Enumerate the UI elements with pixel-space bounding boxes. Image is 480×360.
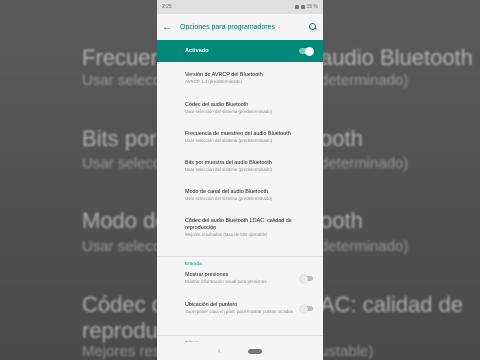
item-summary: Superponer capa en pant. para mostrar pu… [185,309,293,314]
bg-text: ooth [320,126,363,151]
list-item[interactable]: Versión de AVRCP del Bluetooth AVRCP 1.4… [157,72,323,102]
status-time: 2:25 [162,4,172,10]
navigation-bar: ‹ [157,342,323,360]
item-summary: Usar selección del sistema (predetermina… [185,109,273,114]
phone-screen: 2:25 15 % ← Opciones para programadores … [157,0,323,360]
item-summary: Usar selección del sistema (predetermina… [185,138,273,143]
item-title: Ubicación del puntero [185,302,238,308]
pointer-location-toggle[interactable] [300,304,313,313]
bg-text: audio Bluetooth [320,45,473,70]
search-icon[interactable] [308,22,318,32]
item-title: Bits por muestra del audio Bluetooth [185,160,272,166]
item-title: Versión de AVRCP del Bluetooth [185,72,263,78]
wifi-icon [300,5,305,9]
battery-text: 15 % [306,4,318,10]
signal-icon [294,5,299,9]
item-summary: Usar selección del sistema (predetermina… [185,167,273,172]
list-item[interactable]: Bits por muestra del audio Bluetooth Usa… [157,160,323,189]
bg-text: ustable) [320,343,374,360]
settings-list: Versión de AVRCP del Bluetooth AVRCP 1.4… [157,62,323,351]
list-item[interactable]: Modo de canal del audio Bluetooth Usar s… [157,189,323,218]
bg-text: determinado) [320,155,409,172]
bg-text: determinado) [320,238,409,255]
item-title: Códec del audio Bluetooth LDAC: calidad … [185,218,292,231]
page-title: Opciones para programadores [180,23,275,31]
nav-back-icon[interactable]: ‹ [218,348,220,355]
item-summary: Mostrar información visual para presione… [185,279,267,284]
list-item[interactable]: Códec del audio Bluetooth LDAC: calidad … [157,218,323,253]
bg-text: ooth [320,208,363,233]
back-arrow-icon[interactable]: ← [162,22,180,33]
section-header-input: Entrada [185,262,202,267]
item-title: Modo de canal del audio Bluetooth [185,189,269,195]
bg-text: determinado) [320,72,409,89]
list-item-pointer-location[interactable]: Ubicación del puntero Superponer capa en… [157,302,323,332]
list-item-show-taps[interactable]: Mostrar presiones Mostrar información vi… [157,272,323,302]
status-bar: 2:25 15 % [157,0,323,14]
item-title: Frecuencia de muestreo del audio Bluetoo… [185,131,291,137]
master-switch-toggle[interactable] [299,46,314,56]
item-summary: AVRCP 1.4 (predeterminado) [185,79,242,84]
nav-home-pill[interactable] [248,348,263,354]
item-summary: Usar selección del sistema (predetermina… [185,196,273,201]
bg-text: AC: calidad de [320,292,464,317]
item-title: Mostrar presiones [185,272,229,278]
show-taps-toggle[interactable] [300,274,313,283]
item-summary: Mejores resultados (tasa de bits ajustab… [185,232,268,237]
app-bar: ← Opciones para programadores [157,14,323,40]
list-item[interactable]: Códec del audio Bluetooth Usar selección… [157,102,323,131]
item-title: Códec del audio Bluetooth [185,102,249,108]
list-item-cutoff [157,62,323,72]
master-switch-row[interactable]: Activado [157,40,323,62]
list-item[interactable]: Frecuencia de muestreo del audio Bluetoo… [157,131,323,160]
master-switch-label: Activado [185,48,209,54]
